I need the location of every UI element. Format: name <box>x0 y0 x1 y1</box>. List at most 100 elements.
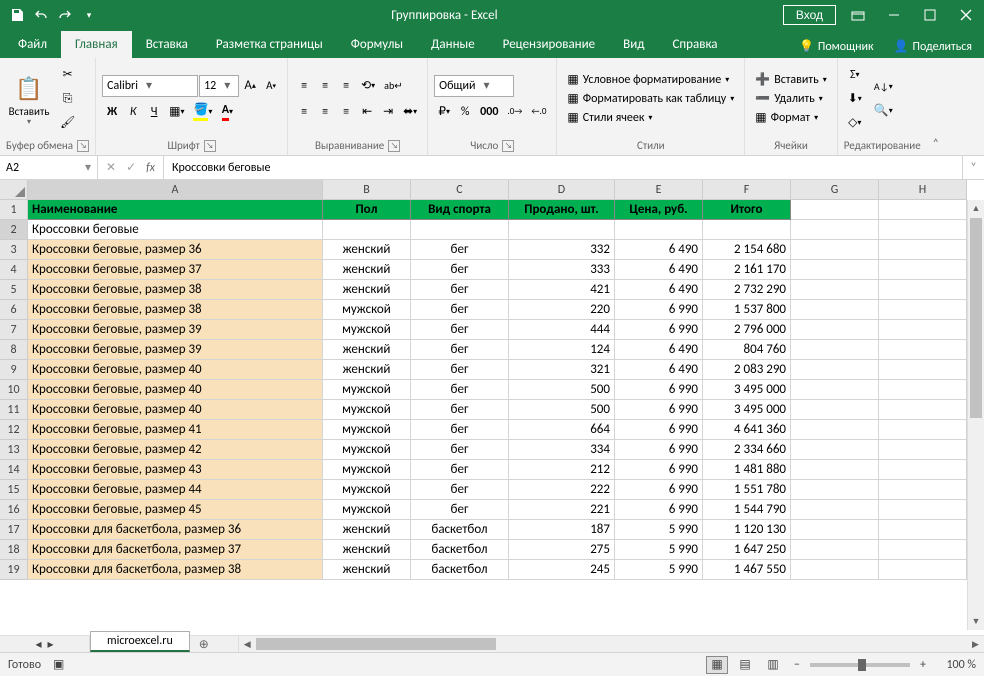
cell[interactable]: бег <box>411 300 509 320</box>
redo-icon[interactable] <box>54 4 76 26</box>
wrap-text-button[interactable]: ab↵ <box>380 75 406 97</box>
tab-вид[interactable]: Вид <box>609 31 658 58</box>
cell[interactable]: женский <box>323 360 411 380</box>
maximize-icon[interactable] <box>916 1 944 29</box>
cell[interactable]: мужской <box>323 500 411 520</box>
cell[interactable]: Кроссовки беговые, размер 40 <box>28 380 323 400</box>
find-select-button[interactable]: 🔍▾ <box>870 100 897 122</box>
cell[interactable]: 500 <box>509 400 615 420</box>
cell[interactable]: 444 <box>509 320 615 340</box>
scroll-down-icon[interactable]: ▼ <box>968 613 984 630</box>
cell[interactable]: 321 <box>509 360 615 380</box>
cell[interactable]: 804 760 <box>703 340 791 360</box>
cell[interactable]: 245 <box>509 560 615 580</box>
cell[interactable]: 275 <box>509 540 615 560</box>
comma-button[interactable]: 000 <box>476 101 502 123</box>
horizontal-scrollbar[interactable]: ◀ ▶ <box>238 636 984 652</box>
row-header[interactable]: 1 <box>0 200 28 220</box>
cell[interactable]: Кроссовки беговые <box>28 220 323 240</box>
cell[interactable]: 6 990 <box>615 380 703 400</box>
cell[interactable]: 6 990 <box>615 440 703 460</box>
cell[interactable]: 6 490 <box>615 260 703 280</box>
page-break-view-button[interactable]: ▥ <box>762 656 784 674</box>
cell[interactable]: женский <box>323 560 411 580</box>
alignment-launcher[interactable]: ↘ <box>388 140 400 152</box>
scroll-up-icon[interactable]: ▲ <box>968 200 984 217</box>
row-header[interactable]: 10 <box>0 380 28 400</box>
format-as-table-button[interactable]: ▦Форматировать как таблицу▾ <box>563 90 738 107</box>
cell[interactable]: 2 083 290 <box>703 360 791 380</box>
font-color-button[interactable]: A▾ <box>217 101 237 123</box>
align-center-button[interactable]: ≡ <box>315 101 335 123</box>
select-all-corner[interactable] <box>0 180 28 200</box>
tab-главная[interactable]: Главная <box>61 31 132 58</box>
delete-cells-button[interactable]: ➖Удалить▾ <box>751 90 830 107</box>
cell[interactable] <box>703 220 791 240</box>
cell[interactable]: бег <box>411 380 509 400</box>
macro-record-icon[interactable]: ▣ <box>53 657 64 672</box>
expand-formula-bar-icon[interactable]: ˅ <box>962 156 984 179</box>
cell[interactable]: мужской <box>323 400 411 420</box>
cell[interactable] <box>791 200 879 220</box>
cell[interactable]: 6 990 <box>615 320 703 340</box>
row-header[interactable]: 2 <box>0 220 28 240</box>
cell[interactable]: женский <box>323 240 411 260</box>
align-middle-button[interactable]: ≡ <box>315 75 335 97</box>
clear-button[interactable]: ◇▾ <box>844 112 866 134</box>
chevron-down-icon[interactable]: ▾ <box>85 160 91 175</box>
cell[interactable]: 1 481 880 <box>703 460 791 480</box>
align-bottom-button[interactable]: ≡ <box>336 75 356 97</box>
percent-button[interactable]: % <box>455 101 475 123</box>
format-painter-button[interactable]: 🖌 <box>56 112 79 134</box>
cell[interactable]: бег <box>411 440 509 460</box>
row-header[interactable]: 4 <box>0 260 28 280</box>
qat-customize-icon[interactable]: ▾ <box>78 4 100 26</box>
enter-formula-icon[interactable]: ✓ <box>126 160 136 175</box>
orientation-button[interactable]: ⟲▾ <box>357 75 379 97</box>
cell[interactable]: женский <box>323 280 411 300</box>
col-header-F[interactable]: F <box>703 180 791 200</box>
cell[interactable]: Кроссовки беговые, размер 38 <box>28 280 323 300</box>
close-icon[interactable] <box>952 1 980 29</box>
cell[interactable]: 2 154 680 <box>703 240 791 260</box>
copy-button[interactable]: ⎘ <box>56 88 79 110</box>
cell[interactable]: 1 647 250 <box>703 540 791 560</box>
cell[interactable]: 6 490 <box>615 240 703 260</box>
insert-function-icon[interactable]: fx <box>146 161 155 175</box>
cell[interactable]: 6 490 <box>615 280 703 300</box>
row-header[interactable]: 16 <box>0 500 28 520</box>
minimize-icon[interactable] <box>880 1 908 29</box>
number-launcher[interactable]: ↘ <box>502 140 514 152</box>
save-icon[interactable] <box>6 4 28 26</box>
insert-cells-button[interactable]: ➕Вставить▾ <box>751 71 830 88</box>
cell[interactable] <box>879 200 967 220</box>
font-name-combo[interactable]: Calibri▾ <box>102 75 198 97</box>
cell[interactable]: 6 990 <box>615 420 703 440</box>
cell[interactable]: Кроссовки беговые, размер 37 <box>28 260 323 280</box>
decrease-decimal-button[interactable]: ←.0 <box>527 101 550 123</box>
autosum-button[interactable]: Σ▾ <box>844 64 866 86</box>
bold-button[interactable]: Ж <box>102 101 122 123</box>
col-header-H[interactable]: H <box>879 180 967 200</box>
accounting-format-button[interactable]: ₽▾ <box>434 101 454 123</box>
cell[interactable]: Кроссовки беговые, размер 38 <box>28 300 323 320</box>
cell[interactable] <box>411 220 509 240</box>
normal-view-button[interactable]: ▦ <box>706 656 728 674</box>
cell[interactable]: 3 495 000 <box>703 380 791 400</box>
cell[interactable]: 124 <box>509 340 615 360</box>
underline-button[interactable]: Ч <box>144 101 164 123</box>
row-header[interactable]: 18 <box>0 540 28 560</box>
name-box[interactable]: A2▾ <box>0 156 98 179</box>
zoom-slider[interactable] <box>810 663 910 667</box>
cell[interactable]: 5 990 <box>615 560 703 580</box>
zoom-out-button[interactable]: − <box>790 658 804 672</box>
increase-decimal-button[interactable]: .0→ <box>503 101 526 123</box>
clipboard-launcher[interactable]: ↘ <box>77 140 89 152</box>
cell[interactable]: бег <box>411 480 509 500</box>
cell[interactable]: 333 <box>509 260 615 280</box>
zoom-in-button[interactable]: + <box>916 658 930 672</box>
align-left-button[interactable]: ≡ <box>294 101 314 123</box>
tab-справка[interactable]: Справка <box>658 31 731 58</box>
row-header[interactable]: 17 <box>0 520 28 540</box>
cell[interactable]: Наименование <box>28 200 323 220</box>
